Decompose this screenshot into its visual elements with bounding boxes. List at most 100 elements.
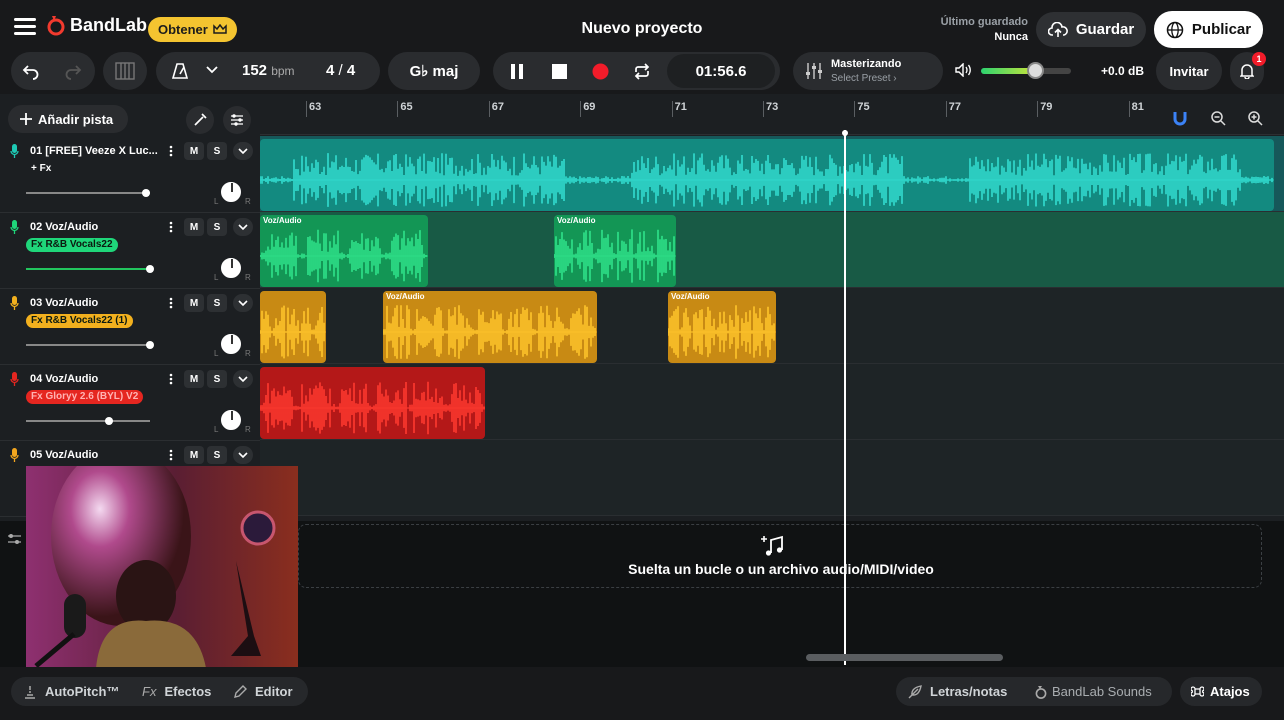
solo-button[interactable]: S <box>207 218 227 236</box>
track-expand-button[interactable] <box>233 446 253 464</box>
waveform <box>260 229 428 283</box>
undo-icon[interactable] <box>22 62 40 80</box>
track-name[interactable]: 04 Voz/Audio <box>30 373 98 385</box>
audio-clip[interactable] <box>260 291 326 363</box>
pan-knob[interactable] <box>219 256 243 280</box>
solo-button[interactable]: S <box>207 446 227 464</box>
mixer-icon[interactable] <box>7 533 22 545</box>
track-header[interactable]: 04 Voz/Audio M S Fx Gloryy 2.6 (BYL) V2 L R <box>0 365 260 441</box>
kebab-menu-icon[interactable] <box>169 449 173 461</box>
track-list: Añadir pista 01 [FREE] Veeze X Luc... M S +… <box>0 101 260 521</box>
bandlab-sounds-button[interactable]: BandLab Sounds <box>1034 684 1152 699</box>
zoom-in-icon[interactable] <box>1248 111 1263 126</box>
bpm-field[interactable]: 152 bpm <box>242 62 295 79</box>
bandlab-logo[interactable]: BandLab <box>46 14 147 36</box>
track-volume-slider[interactable] <box>26 341 154 349</box>
loop-icon[interactable] <box>633 63 651 80</box>
volume-thumb[interactable] <box>146 265 154 273</box>
publish-button[interactable]: Publicar <box>1154 11 1263 48</box>
pan-knob[interactable] <box>219 180 243 204</box>
add-track-button[interactable]: Añadir pista <box>8 105 128 133</box>
key-selector[interactable]: G♭ maj <box>388 52 480 90</box>
kebab-menu-icon[interactable] <box>169 297 173 309</box>
save-button[interactable]: Guardar <box>1036 12 1146 47</box>
shortcuts-button[interactable]: Atajos <box>1180 677 1262 706</box>
mute-button[interactable]: M <box>184 370 204 388</box>
track-lane[interactable] <box>260 364 1284 440</box>
kebab-menu-icon[interactable] <box>169 145 173 157</box>
mute-button[interactable]: M <box>184 218 204 236</box>
redo-icon[interactable] <box>64 62 82 80</box>
speaker-icon[interactable] <box>955 63 972 77</box>
kebab-menu-icon[interactable] <box>169 221 173 233</box>
ruler-tick: 71 <box>671 101 687 117</box>
track-lane[interactable]: Voz/Audio Voz/Audio <box>260 212 1284 288</box>
track-lane[interactable] <box>260 136 1284 212</box>
fx-chain-tag[interactable]: Fx Gloryy 2.6 (BYL) V2 <box>26 390 144 404</box>
audio-clip[interactable] <box>260 139 1274 211</box>
solo-button[interactable]: S <box>207 142 227 160</box>
mastering-button[interactable]: Masterizando Select Preset › <box>793 52 943 90</box>
pan-knob[interactable] <box>219 408 243 432</box>
solo-button[interactable]: S <box>207 370 227 388</box>
zoom-out-icon[interactable] <box>1211 111 1226 126</box>
record-icon[interactable] <box>592 63 609 80</box>
playhead[interactable] <box>842 130 848 665</box>
master-volume-thumb[interactable] <box>1027 62 1044 79</box>
tuning-fork-button[interactable] <box>186 106 214 134</box>
lyrics-button[interactable]: Letras/notas <box>908 684 1007 699</box>
fx-chain-tag[interactable]: + Fx <box>26 162 56 176</box>
autopitch-button[interactable]: AutoPitch™ <box>23 684 119 699</box>
track-header[interactable]: 03 Voz/Audio M S Fx R&B Vocals22 (1) L R <box>0 289 260 365</box>
solo-button[interactable]: S <box>207 294 227 312</box>
track-volume-slider[interactable] <box>26 189 151 197</box>
track-name[interactable]: 05 Voz/Audio <box>30 449 98 461</box>
track-lane[interactable]: Voz/Audio Voz/Audio <box>260 288 1284 364</box>
track-header[interactable]: 01 [FREE] Veeze X Luc... M S + Fx L R <box>0 137 260 213</box>
track-expand-button[interactable] <box>233 142 253 160</box>
editor-button[interactable]: Editor <box>234 684 293 699</box>
horizontal-scrollbar[interactable] <box>806 654 1003 661</box>
magnet-icon[interactable] <box>1173 111 1187 126</box>
volume-thumb[interactable] <box>146 341 154 349</box>
invite-button[interactable]: Invitar <box>1156 52 1222 90</box>
track-lane[interactable] <box>260 440 1284 516</box>
audio-clip[interactable]: Voz/Audio <box>260 215 428 287</box>
volume-thumb[interactable] <box>142 189 151 197</box>
mute-button[interactable]: M <box>184 142 204 160</box>
audio-clip[interactable]: Voz/Audio <box>554 215 676 287</box>
chevron-down-icon[interactable] <box>206 66 218 74</box>
timeline-ruler[interactable]: 63 65 67 69 71 73 75 77 79 81 <box>260 101 1284 135</box>
track-name[interactable]: 03 Voz/Audio <box>30 297 98 309</box>
audio-clip[interactable] <box>260 367 485 439</box>
audio-clip[interactable]: Voz/Audio <box>383 291 597 363</box>
fx-chain-tag[interactable]: Fx R&B Vocals22 <box>26 238 118 252</box>
mute-button[interactable]: M <box>184 294 204 312</box>
track-name[interactable]: 01 [FREE] Veeze X Luc... <box>30 145 158 157</box>
metronome-icon[interactable] <box>171 62 189 80</box>
track-lanes[interactable]: Voz/Audio Voz/Audio Voz/Audio Voz/Audio <box>260 136 1284 521</box>
time-signature[interactable]: 4 / 4 <box>326 62 355 79</box>
get-premium-button[interactable]: Obtener <box>148 17 237 42</box>
effects-button[interactable]: Fx Efectos <box>142 684 211 699</box>
menu-icon[interactable] <box>14 18 36 36</box>
file-dropzone[interactable]: Suelta un bucle o un archivo audio/MIDI/… <box>298 524 1262 588</box>
fx-chain-tag[interactable]: Fx R&B Vocals22 (1) <box>26 314 133 328</box>
track-expand-button[interactable] <box>233 294 253 312</box>
master-volume-slider[interactable] <box>981 62 1071 79</box>
track-name[interactable]: 02 Voz/Audio <box>30 221 98 233</box>
audio-clip[interactable]: Voz/Audio <box>668 291 776 363</box>
track-expand-button[interactable] <box>233 218 253 236</box>
piano-roll-button[interactable] <box>103 52 147 90</box>
stop-icon[interactable] <box>552 64 567 79</box>
track-volume-slider[interactable] <box>26 265 154 273</box>
kebab-menu-icon[interactable] <box>169 373 173 385</box>
pan-knob[interactable] <box>219 332 243 356</box>
track-header[interactable]: 02 Voz/Audio M S Fx R&B Vocals22 L R <box>0 213 260 289</box>
pause-icon[interactable] <box>510 64 524 79</box>
track-expand-button[interactable] <box>233 370 253 388</box>
track-volume-slider[interactable] <box>26 417 150 425</box>
automation-button[interactable] <box>223 106 251 134</box>
mute-button[interactable]: M <box>184 446 204 464</box>
volume-thumb[interactable] <box>105 417 114 425</box>
